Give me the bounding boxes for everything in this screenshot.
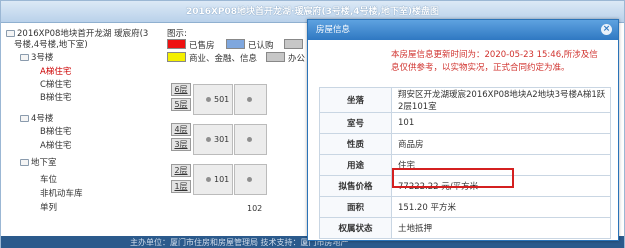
tree-item[interactable]: A梯住宅 bbox=[40, 67, 71, 78]
legend-swatch-office bbox=[266, 52, 285, 62]
unit-status-icon bbox=[206, 97, 211, 102]
floor-button-5[interactable]: 5层 bbox=[171, 98, 191, 111]
tree-item[interactable]: 3号楼 bbox=[20, 53, 53, 64]
legend-label-subscribed: 已认购 bbox=[248, 41, 274, 51]
tree-item-label: 地下室 bbox=[31, 158, 57, 168]
unit-cell[interactable]: 101 bbox=[193, 164, 233, 195]
row-value: 商品房 bbox=[391, 133, 611, 155]
row-key: 坐落 bbox=[319, 87, 392, 113]
folder-icon bbox=[20, 159, 29, 166]
legend-label-commercial: 商业、金融、信息 bbox=[189, 54, 258, 64]
tree-item[interactable]: 号楼,4号楼,地下室) bbox=[14, 40, 88, 51]
tree-item-label: 非机动车库 bbox=[40, 189, 83, 199]
tree-item-label: A梯住宅 bbox=[40, 141, 72, 151]
tree-item[interactable]: C梯住宅 bbox=[40, 80, 71, 91]
table-row: 面积 151.20 平方米 bbox=[319, 196, 611, 218]
tree-item-label: 2016XP08地块首开龙湖 瑷宸府(3 bbox=[17, 29, 149, 39]
floor-button-6[interactable]: 6层 bbox=[171, 83, 191, 96]
table-row: 室号 101 bbox=[319, 112, 611, 134]
tree-item[interactable]: 单列 bbox=[40, 203, 57, 214]
tree-item-label: 4号楼 bbox=[31, 114, 54, 124]
tree-item[interactable]: B梯住宅 bbox=[40, 93, 71, 104]
house-info-dialog: 房屋信息 × 本房屋信息更新时间为：2020-05-23 15:46,所涉及信息… bbox=[307, 19, 619, 241]
table-row: 坐落 翔安区开龙湖瑷宸2016XP08地块A2地块3号楼A梯1跃2层101室 bbox=[319, 87, 611, 113]
floor-button-1[interactable]: 1层 bbox=[171, 180, 191, 193]
unit-status-icon bbox=[247, 97, 252, 102]
row-key: 面积 bbox=[319, 196, 392, 218]
unit-number: 101 bbox=[214, 175, 230, 184]
tree-item-label: 号楼,4号楼,地下室) bbox=[14, 40, 88, 50]
legend-swatch-office-partial bbox=[284, 39, 303, 49]
legend-label-office: 办公 bbox=[288, 54, 306, 64]
tree-item-label: A梯住宅 bbox=[40, 67, 72, 77]
tree-item[interactable]: 4号楼 bbox=[20, 114, 53, 125]
unit-cell[interactable]: 102 bbox=[234, 164, 267, 213]
tree-item-label: B梯住宅 bbox=[40, 127, 72, 137]
floor-button-2[interactable]: 2层 bbox=[171, 164, 191, 177]
table-row: 权属状态 土地抵押 bbox=[319, 217, 611, 239]
tree-item[interactable]: A梯住宅 bbox=[40, 141, 71, 152]
tree-item-label: 单列 bbox=[40, 203, 58, 213]
folder-icon bbox=[20, 54, 29, 61]
tree-item-label: B梯住宅 bbox=[40, 93, 72, 103]
tree-item[interactable]: B梯住宅 bbox=[40, 127, 71, 138]
unit-number: 301 bbox=[214, 135, 230, 144]
price-highlight-box bbox=[392, 168, 514, 188]
legend-label-sold: 已售房 bbox=[189, 41, 215, 51]
unit-status-icon bbox=[206, 137, 211, 142]
tree-item[interactable]: 2016XP08地块首开龙湖 瑷宸府(3 bbox=[6, 29, 148, 40]
tree-item[interactable]: 车位 bbox=[40, 175, 57, 186]
floor-button-4[interactable]: 4层 bbox=[171, 123, 191, 136]
table-row: 性质 商品房 bbox=[319, 133, 611, 155]
row-key: 拟售价格 bbox=[319, 175, 392, 197]
row-key: 权属状态 bbox=[319, 217, 392, 239]
tree-item-label: 3号楼 bbox=[31, 53, 54, 63]
dialog-title: 房屋信息 bbox=[308, 20, 618, 40]
legend-swatch-commercial bbox=[167, 52, 186, 62]
close-icon[interactable]: × bbox=[601, 24, 612, 35]
legend-swatch-sold bbox=[167, 39, 186, 49]
unit-number: 501 bbox=[214, 95, 230, 104]
row-value: 101 bbox=[391, 112, 611, 134]
unit-cell[interactable]: 502 bbox=[234, 84, 267, 133]
unit-status-icon bbox=[206, 177, 211, 182]
tree-item-label: 车位 bbox=[40, 175, 58, 185]
unit-cell[interactable]: 501 bbox=[193, 84, 233, 115]
tree-item[interactable]: 地下室 bbox=[20, 158, 57, 169]
unit-cell[interactable]: 302 bbox=[234, 124, 267, 173]
row-value: 翔安区开龙湖瑷宸2016XP08地块A2地块3号楼A梯1跃2层101室 bbox=[391, 87, 611, 113]
unit-number: 102 bbox=[247, 204, 263, 213]
folder-icon bbox=[6, 30, 15, 37]
tree-item[interactable]: 非机动车库 bbox=[40, 189, 83, 200]
floor-button-3[interactable]: 3层 bbox=[171, 138, 191, 151]
row-key: 室号 bbox=[319, 112, 392, 134]
folder-icon bbox=[20, 115, 29, 122]
unit-status-icon bbox=[247, 137, 252, 142]
row-value: 151.20 平方米 bbox=[391, 196, 611, 218]
house-info-table: 坐落 翔安区开龙湖瑷宸2016XP08地块A2地块3号楼A梯1跃2层101室 室号… bbox=[319, 87, 611, 239]
row-key: 用途 bbox=[319, 154, 392, 176]
unit-cell[interactable]: 301 bbox=[193, 124, 233, 155]
row-key: 性质 bbox=[319, 133, 392, 155]
legend-swatch-subscribed bbox=[226, 39, 245, 49]
unit-status-icon bbox=[247, 177, 252, 182]
tree-item-label: C梯住宅 bbox=[40, 80, 72, 90]
row-value: 土地抵押 bbox=[391, 217, 611, 239]
legend-title: 图示: bbox=[167, 29, 187, 39]
update-notice: 本房屋信息更新时间为：2020-05-23 15:46,所涉及信息仅供参考，以实… bbox=[391, 50, 598, 73]
